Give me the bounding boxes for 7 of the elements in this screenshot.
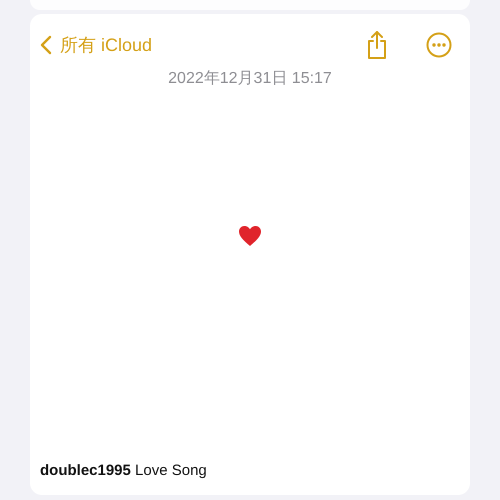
share-icon[interactable]: [366, 30, 388, 60]
back-button[interactable]: 所有 iCloud: [40, 33, 152, 57]
heart-icon: [238, 225, 262, 247]
note-date: 2022年12月31日 15:17: [167, 69, 333, 89]
more-icon[interactable]: [426, 32, 452, 58]
note-caption: doublec1995 Love Song: [39, 462, 208, 481]
back-chevron-icon: [40, 35, 52, 55]
